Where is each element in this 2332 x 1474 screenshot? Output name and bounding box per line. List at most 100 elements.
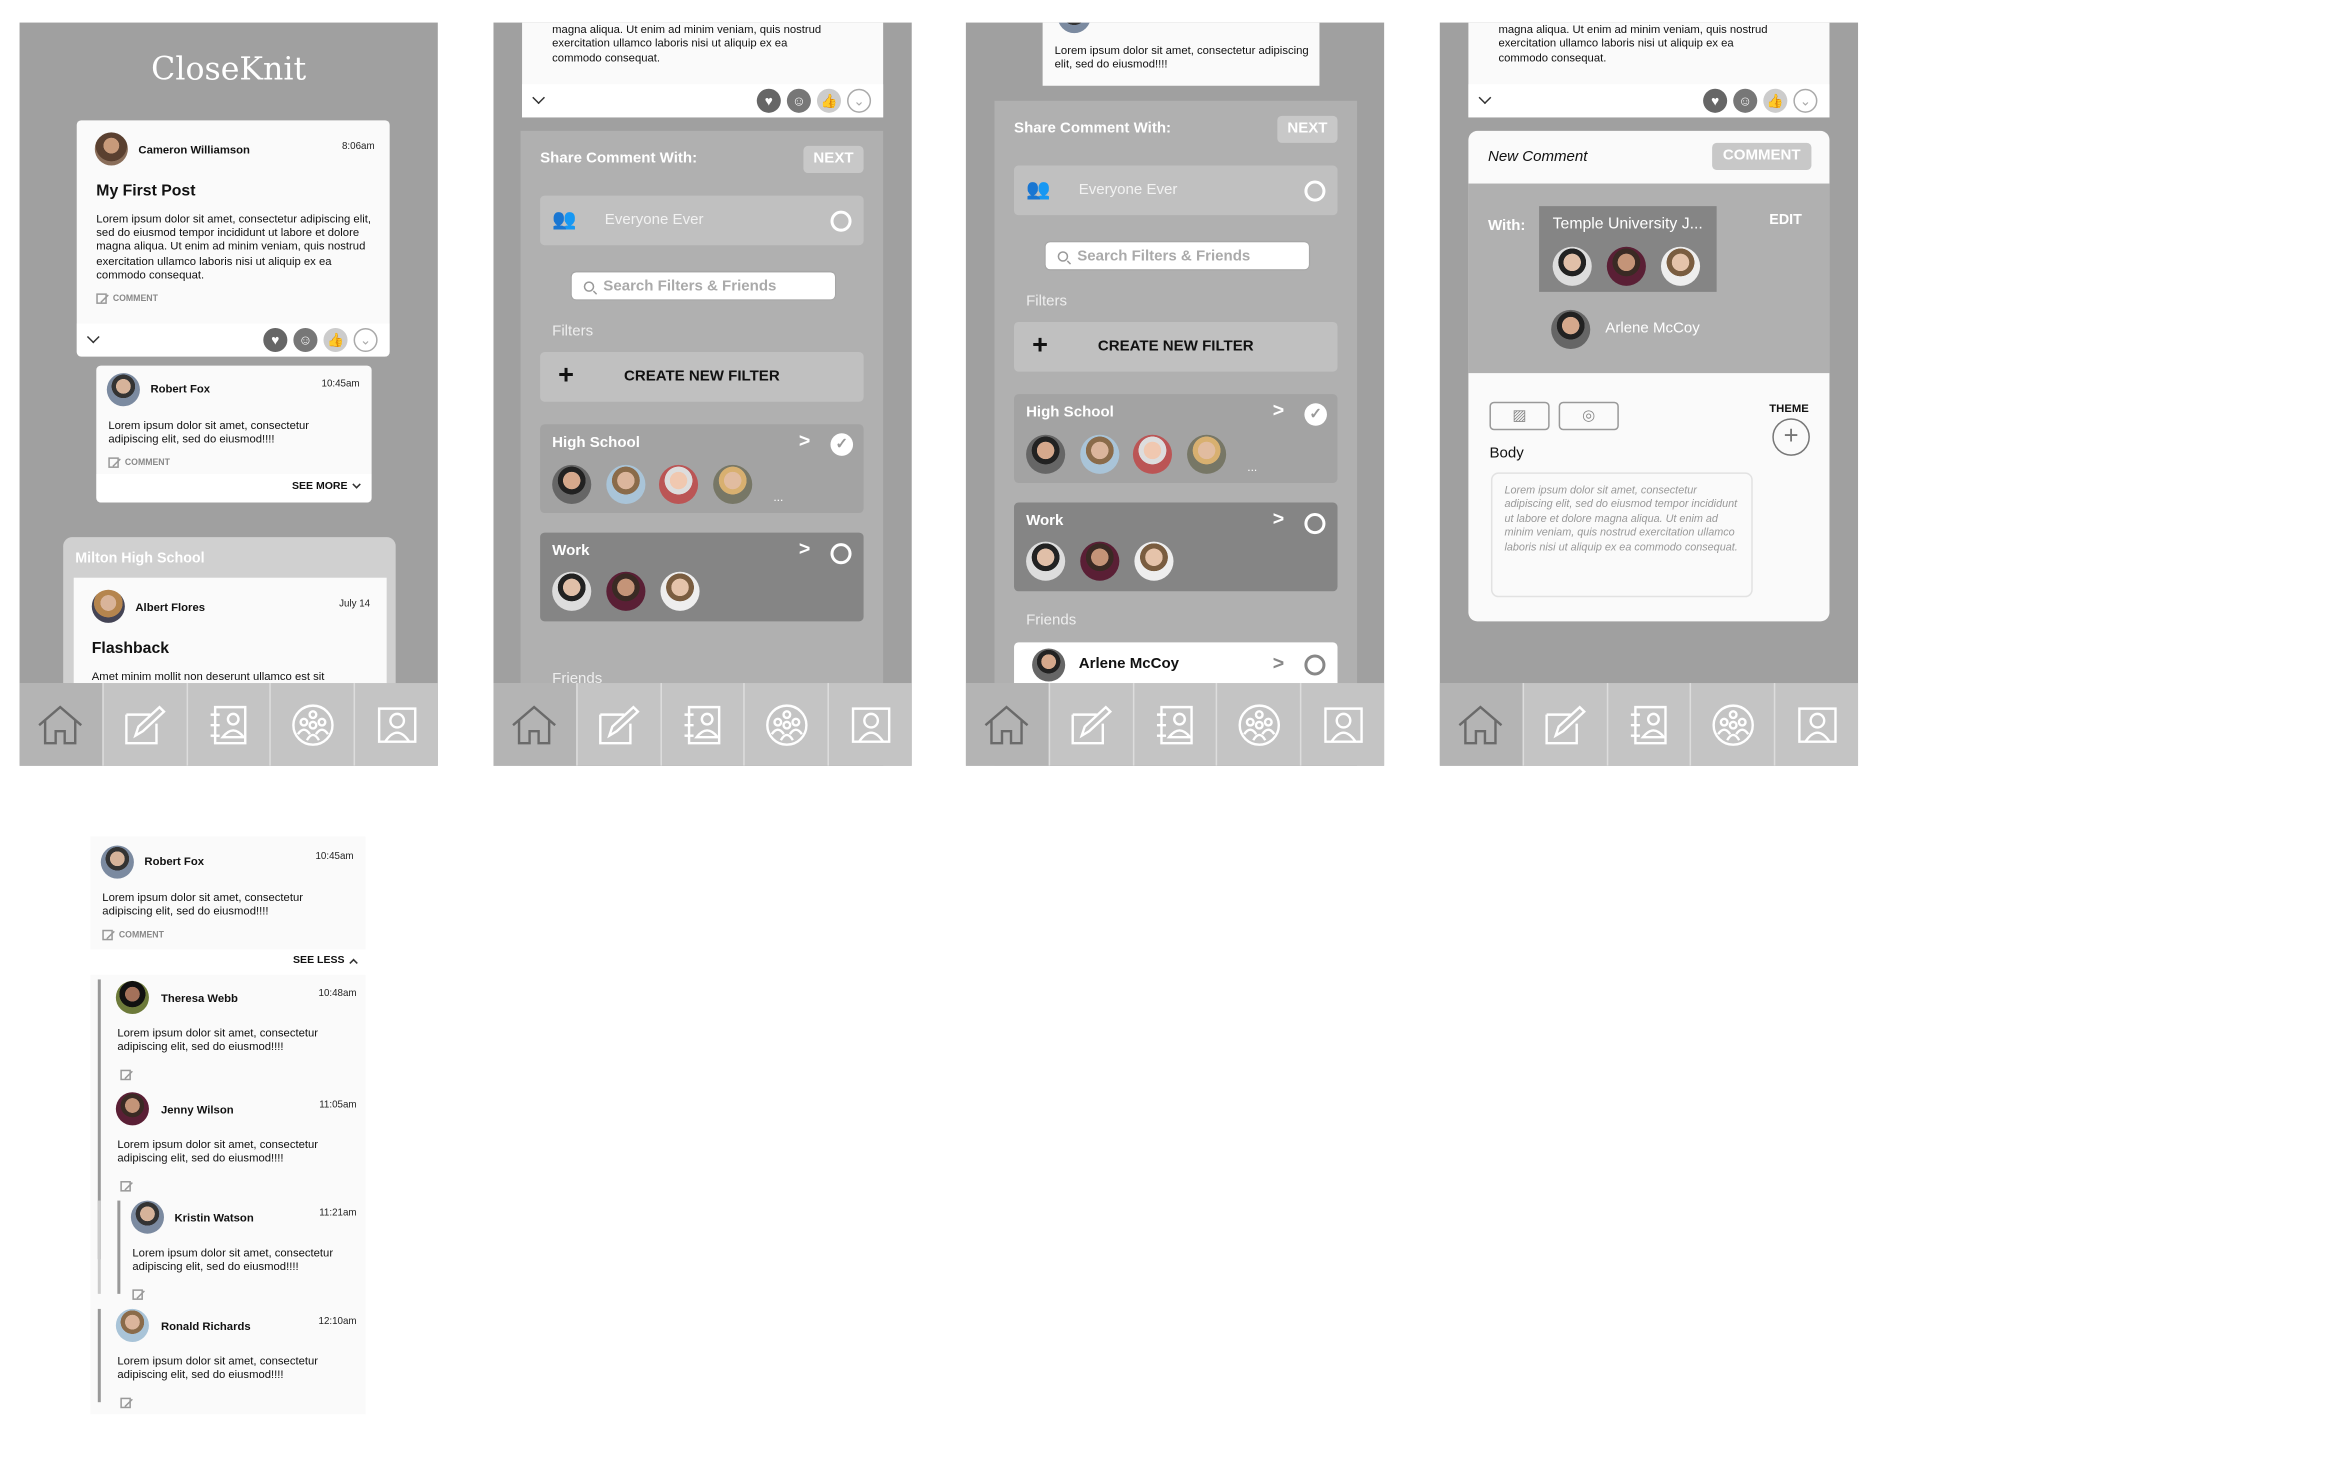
edit-button[interactable]: EDIT [1769,212,1802,229]
add-image-button[interactable]: ▨ [1489,401,1550,431]
reply-item[interactable]: Ronald Richards 12:10am Lorem ipsum dolo… [115,1308,366,1409]
chevron-right-icon[interactable]: > [1273,507,1284,530]
reply-author[interactable]: Kristin Watson [175,1211,254,1225]
see-less-button[interactable]: SEE LESS [293,955,358,968]
search-input[interactable]: Search Filters & Friends [1045,242,1309,270]
nav-home[interactable] [965,683,1049,766]
comment-button[interactable]: COMMENT [96,293,158,304]
chevron-right-icon[interactable]: > [1273,651,1284,674]
reply-author[interactable]: Ronald Richards [161,1319,251,1333]
checkmark-icon[interactable]: ✓ [1304,403,1327,426]
nested-reply-item[interactable]: Kristin Watson 11:21am Lorem ipsum dolor… [130,1200,366,1300]
chevron-down-icon[interactable] [532,91,545,105]
thumbs-down-icon[interactable]: ⌄ [353,327,378,353]
thumbs-up-icon[interactable]: 👍 [816,88,842,113]
nav-contacts[interactable] [1132,683,1216,766]
theme-add-button[interactable]: + [1772,418,1810,456]
chevron-right-icon[interactable]: > [799,429,810,452]
filter-work[interactable]: Work > [1014,502,1338,592]
nav-profile[interactable] [1774,683,1858,766]
see-more-label: SEE MORE [291,481,348,492]
edit-icon[interactable] [120,1181,131,1192]
nav-profile[interactable] [353,683,438,766]
reply-body: Lorem ipsum dolor sit amet, consectetur … [132,1245,334,1274]
nav-contacts[interactable] [659,683,744,766]
reply-card[interactable]: Robert Fox 10:45am Lorem ipsum dolor sit… [90,836,366,950]
add-photo-button[interactable]: ◎ [1558,401,1619,431]
heart-icon[interactable]: ♥ [1703,88,1728,113]
group-name[interactable]: Milton High School [75,551,204,568]
thumbs-down-icon[interactable]: ⌄ [1793,88,1818,113]
chevron-right-icon[interactable]: > [1273,399,1284,422]
comment-submit-button[interactable]: COMMENT [1712,142,1812,171]
nav-home[interactable] [1439,683,1523,766]
radio-button[interactable] [830,210,852,232]
chevron-down-icon[interactable] [1478,91,1492,105]
filter-name: High School [1026,404,1114,422]
heart-icon[interactable]: ♥ [263,327,288,353]
smile-icon[interactable]: ☺ [786,88,811,113]
everyone-option[interactable]: 👥 Everyone Ever [540,195,864,246]
reply-author[interactable]: Robert Fox [150,382,210,396]
nav-compose[interactable] [1522,683,1606,766]
filter-work[interactable]: Work > [540,532,864,622]
radio-button[interactable] [830,543,852,565]
chevron-right-icon[interactable]: > [799,537,810,560]
nav-home[interactable] [19,683,103,766]
smile-icon[interactable]: ☺ [293,327,318,353]
reply-item[interactable]: Theresa Webb 10:48am Lorem ipsum dolor s… [115,980,366,1081]
nav-compose[interactable] [1048,683,1132,766]
search-input[interactable]: Search Filters & Friends [571,272,835,300]
create-filter-button[interactable]: + CREATE NEW FILTER [1014,321,1338,372]
reply-card[interactable]: Lorem ipsum dolor sit amet, consectetur … [1042,22,1320,86]
chevron-down-icon[interactable] [86,330,100,344]
reply-author[interactable]: Jenny Wilson [161,1103,234,1117]
nav-home[interactable] [493,683,576,766]
post-author[interactable]: Albert Flores [135,600,205,614]
next-button[interactable]: NEXT [803,145,864,174]
see-more-button[interactable]: SEE MORE [291,479,361,492]
reply-card[interactable]: Robert Fox 10:45am Lorem ipsum dolor sit… [96,365,372,503]
radio-button[interactable] [1304,513,1326,535]
comment-button[interactable]: COMMENT [108,457,170,468]
smile-icon[interactable]: ☺ [1733,88,1758,113]
create-filter-button[interactable]: + CREATE NEW FILTER [540,352,864,402]
post-author[interactable]: Cameron Williamson [138,143,250,157]
radio-button[interactable] [1304,654,1326,676]
nav-contacts[interactable] [1606,683,1690,766]
thumbs-down-icon[interactable]: ⌄ [847,88,872,113]
nav-groups[interactable] [1690,683,1774,766]
reply-item[interactable]: Jenny Wilson 11:05am Lorem ipsum dolor s… [115,1092,366,1192]
selected-filter-chip[interactable]: Temple University J... [1539,206,1717,292]
nav-groups[interactable] [1216,683,1300,766]
reply-author[interactable]: Theresa Webb [161,991,238,1005]
filters-label: Filters [552,323,594,341]
nav-groups[interactable] [269,683,354,766]
nav-profile[interactable] [1300,683,1384,766]
thumbs-up-icon[interactable]: 👍 [323,327,348,353]
radio-button[interactable] [1304,180,1326,202]
comment-button[interactable]: COMMENT [102,929,164,941]
thumbs-up-icon[interactable]: 👍 [1763,88,1788,113]
post-card[interactable]: Cameron Williamson 8:06am My First Post … [76,120,390,357]
post-card[interactable]: magna aliqua. Ut enim ad minim veniam, q… [522,22,884,118]
reply-author[interactable]: Robert Fox [144,855,204,869]
filter-high-school[interactable]: High School > ✓ ... [1014,394,1338,483]
post-card[interactable]: magna aliqua. Ut enim ad minim veniam, q… [1468,22,1830,118]
nav-compose[interactable] [575,683,660,766]
groups-icon [1712,703,1754,746]
nav-profile[interactable] [827,683,912,766]
checkmark-icon[interactable]: ✓ [830,433,854,456]
nav-contacts[interactable] [185,683,270,766]
edit-icon[interactable] [120,1397,131,1409]
heart-icon[interactable]: ♥ [756,88,781,113]
nav-groups[interactable] [743,683,828,766]
filter-high-school[interactable]: High School > ✓ ... [540,424,864,514]
edit-icon[interactable] [132,1289,143,1300]
edit-icon[interactable] [120,1069,131,1081]
body-textarea[interactable]: Lorem ipsum dolor sit amet, consectetur … [1490,472,1753,598]
everyone-option[interactable]: 👥 Everyone Ever [1014,165,1338,216]
friend-row[interactable]: Arlene McCoy > [1014,642,1338,688]
nav-compose[interactable] [102,683,186,766]
next-button[interactable]: NEXT [1277,115,1338,143]
